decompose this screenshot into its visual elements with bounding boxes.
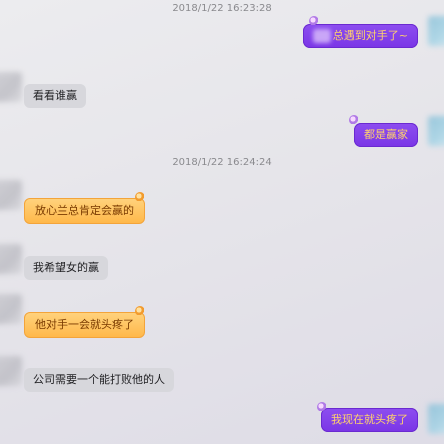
contact-avatar[interactable] bbox=[0, 356, 22, 386]
bubble-decoration-icon bbox=[135, 192, 145, 202]
message-text: 他对手一会就头疼了 bbox=[35, 318, 134, 331]
message-bubble-self[interactable]: 我现在就头疼了 bbox=[321, 408, 418, 432]
timestamp: 2018/1/22 16:24:24 bbox=[172, 157, 272, 168]
message-bubble-self[interactable]: 总遇到对手了~ bbox=[302, 24, 418, 48]
message-bubble-other[interactable]: 看看谁赢 bbox=[24, 84, 86, 108]
message-text: 我希望女的赢 bbox=[33, 261, 99, 274]
bubble-decoration-icon bbox=[349, 115, 359, 125]
redacted-text bbox=[312, 29, 331, 43]
message-text: 都是赢家 bbox=[364, 128, 408, 141]
message-text: 我现在就头疼了 bbox=[331, 413, 408, 426]
message-text: 看看谁赢 bbox=[33, 89, 77, 102]
bubble-decoration-icon bbox=[317, 402, 327, 412]
message-bubble-vip[interactable]: 放心兰总肯定会赢的 bbox=[24, 198, 145, 224]
message-text: 放心兰总肯定会赢的 bbox=[35, 204, 134, 217]
self-avatar[interactable] bbox=[428, 16, 444, 46]
self-avatar[interactable] bbox=[428, 404, 444, 434]
message-bubble-vip[interactable]: 他对手一会就头疼了 bbox=[24, 312, 145, 338]
message-text: 公司需要一个能打败他的人 bbox=[33, 373, 165, 386]
chat-window: { "chat": { "timestamp_1": "2018/1/22 16… bbox=[0, 0, 444, 444]
timestamp: 2018/1/22 16:23:28 bbox=[172, 3, 272, 14]
bubble-decoration-icon bbox=[309, 16, 319, 26]
contact-avatar[interactable] bbox=[0, 294, 22, 324]
contact-avatar[interactable] bbox=[0, 72, 22, 102]
message-bubble-self[interactable]: 都是赢家 bbox=[354, 123, 418, 147]
contact-avatar[interactable] bbox=[0, 180, 22, 210]
message-text: 总遇到对手了~ bbox=[332, 29, 408, 42]
bubble-decoration-icon bbox=[135, 306, 145, 316]
message-bubble-other[interactable]: 公司需要一个能打败他的人 bbox=[24, 368, 174, 392]
self-avatar[interactable] bbox=[428, 116, 444, 146]
message-bubble-other[interactable]: 我希望女的赢 bbox=[24, 256, 108, 280]
contact-avatar[interactable] bbox=[0, 244, 22, 274]
